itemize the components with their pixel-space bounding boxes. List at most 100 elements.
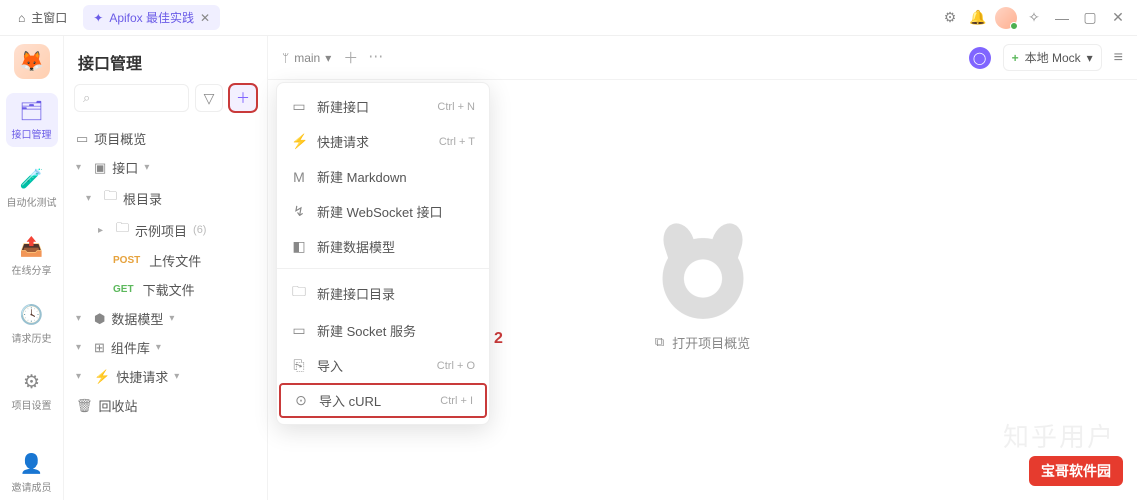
dd-new-api-dir[interactable]: 🗀 新建接口目录 (277, 273, 489, 313)
sparkle-icon: ✦ (93, 11, 103, 25)
socket-icon: ▭ (291, 322, 307, 339)
overview-icon: ▭ (76, 131, 88, 147)
dd-label: 新建数据模型 (317, 237, 395, 256)
new-dropdown: ▭ 新建接口 Ctrl + N ⚡ 快捷请求 Ctrl + T M 新建 Mar… (276, 82, 490, 425)
iconbar-label: 邀请成员 (12, 479, 52, 494)
bell-icon[interactable]: 🔔 (967, 7, 989, 29)
iconbar-api[interactable]: 🗂 接口管理 (6, 93, 58, 147)
clock-icon: 🕓 (20, 303, 44, 327)
dd-new-api[interactable]: ▭ 新建接口 Ctrl + N (277, 89, 489, 124)
dd-label: 新建接口 (317, 97, 369, 116)
iconbar-test[interactable]: 🧪 自动化测试 (6, 161, 58, 215)
tree-recycle[interactable]: 🗑 回收站 (64, 391, 267, 420)
dropdown-separator (277, 268, 489, 269)
markdown-icon: M (291, 169, 307, 185)
tree-label: 下载文件 (143, 280, 195, 299)
iconbar-invite[interactable]: 👤 邀请成员 (6, 446, 58, 500)
dd-shortcut: Ctrl + O (437, 360, 475, 372)
tree-upload[interactable]: POST 上传文件 (64, 246, 267, 275)
cube-icon: ⬢ (94, 311, 105, 327)
dd-label: 导入 cURL (319, 391, 381, 410)
puzzle-icon: ⊞ (94, 340, 105, 356)
cube-icon: ◧ (291, 238, 307, 255)
method-badge: POST (110, 254, 143, 267)
settings-icon[interactable]: ⚙ (939, 7, 961, 29)
dd-label: 新建 WebSocket 接口 (317, 202, 442, 221)
external-icon: ⧉ (655, 334, 664, 350)
bolt-icon: ⚡ (291, 133, 307, 150)
dd-quick-request[interactable]: ⚡ 快捷请求 Ctrl + T (277, 124, 489, 159)
env-label: 本地 Mock (1025, 49, 1081, 66)
tab-home[interactable]: ⌂ 主窗口 (8, 5, 77, 30)
app-logo[interactable]: 🦊 (14, 44, 50, 79)
tree-data-model[interactable]: ▾ ⬢ 数据模型 ▾ (64, 304, 267, 333)
tree-label: 项目概览 (94, 129, 146, 148)
env-select[interactable]: + 本地 Mock ▾ (1003, 44, 1102, 71)
tree-quick-request[interactable]: ▾ ⚡ 快捷请求 ▾ (64, 362, 267, 391)
dd-label: 新建 Socket 服务 (317, 321, 416, 340)
tree-download[interactable]: GET 下载文件 (64, 275, 267, 304)
method-badge: GET (110, 283, 137, 296)
dd-shortcut: Ctrl + N (437, 101, 475, 113)
import-icon: ⎘ (291, 357, 307, 374)
dd-label: 快捷请求 (317, 132, 369, 151)
dd-label: 导入 (317, 356, 343, 375)
minimize-icon[interactable]: — (1051, 7, 1073, 29)
sidebar-title: 接口管理 (64, 36, 267, 84)
dd-import[interactable]: ⎘ 导入 Ctrl + O (277, 348, 489, 383)
iconbar-label: 自动化测试 (7, 194, 57, 209)
chevron-down-icon: ▾ (156, 342, 168, 353)
gear-icon: ⚙ (23, 371, 40, 394)
pin-icon[interactable]: ✧ (1023, 7, 1045, 29)
close-icon[interactable]: ✕ (200, 11, 210, 25)
tab-active[interactable]: ✦ Apifox 最佳实践 ✕ (83, 5, 220, 30)
tree-components[interactable]: ▾ ⊞ 组件库 ▾ (64, 333, 267, 362)
dd-new-socket-service[interactable]: ▭ 新建 Socket 服务 (277, 313, 489, 348)
env-badge[interactable]: ◯ (969, 47, 991, 69)
tree-overview[interactable]: ▭ 项目概览 (64, 124, 267, 153)
new-button[interactable]: ＋ (229, 84, 257, 112)
open-overview-link[interactable]: ⧉ 打开项目概览 (655, 333, 750, 352)
iconbar-share[interactable]: 📤 在线分享 (6, 229, 58, 283)
tree-label: 组件库 (111, 338, 150, 357)
dd-new-websocket[interactable]: ↯ 新建 WebSocket 接口 (277, 194, 489, 229)
dd-new-markdown[interactable]: M 新建 Markdown (277, 159, 489, 194)
chevron-down-icon: ▾ (76, 342, 88, 353)
chevron-down-icon: ▾ (76, 313, 88, 324)
branch-label: main (294, 51, 320, 65)
chevron-down-icon: ▾ (86, 193, 98, 204)
tree-label: 上传文件 (149, 251, 201, 270)
branch-icon: ᛘ (282, 51, 289, 65)
maximize-icon[interactable]: ▢ (1079, 7, 1101, 29)
open-overview-label: 打开项目概览 (672, 333, 750, 352)
tree-root-dir[interactable]: ▾ 🗀 根目录 (64, 182, 267, 214)
plus-button[interactable]: ＋ (343, 47, 358, 68)
more-button[interactable]: ⋯ (368, 47, 383, 68)
iconbar-history[interactable]: 🕓 请求历史 (6, 297, 58, 351)
websocket-icon: ↯ (291, 203, 307, 220)
api-icon: ▭ (291, 98, 307, 115)
chevron-down-icon: ▾ (1087, 51, 1093, 65)
avatar[interactable] (995, 7, 1017, 29)
titlebar: ⌂ 主窗口 ✦ Apifox 最佳实践 ✕ ⚙ 🔔 ✧ — ▢ ✕ (0, 0, 1137, 36)
menu-button[interactable]: ≡ (1114, 49, 1123, 67)
tree-label: 根目录 (123, 189, 162, 208)
fox-placeholder-icon (658, 229, 748, 319)
flask-icon: 🧪 (20, 167, 44, 191)
iconbar: 🦊 🗂 接口管理 🧪 自动化测试 📤 在线分享 🕓 请求历史 ⚙ 项目设置 👤 … (0, 36, 64, 500)
tree-label: 示例项目 (135, 221, 187, 240)
iconbar-settings[interactable]: ⚙ 项目设置 (6, 365, 58, 418)
dd-new-data-model[interactable]: ◧ 新建数据模型 (277, 229, 489, 264)
bolt-icon: ⚡ (94, 369, 110, 385)
filter-button[interactable]: ▽ (195, 84, 223, 112)
window-close-icon[interactable]: ✕ (1107, 7, 1129, 29)
branch-select[interactable]: ᛘ main ▾ (282, 51, 331, 65)
dd-import-curl[interactable]: ⊙ 导入 cURL Ctrl + I (279, 383, 487, 418)
tree-api-root[interactable]: ▾ ▣ 接口 ▾ (64, 153, 267, 182)
iconbar-label: 在线分享 (12, 262, 52, 277)
sidebar: 接口管理 ⌕ ▽ ＋ ▭ 项目概览 ▾ ▣ 接口 ▾ ▾ 🗀 根目录 (64, 36, 268, 500)
search-input[interactable]: ⌕ (74, 84, 189, 112)
tree-sample[interactable]: ▸ 🗀 示例项目 (6) (64, 214, 267, 246)
box-icon: ▣ (94, 160, 106, 176)
tab-home-label: 主窗口 (31, 9, 67, 26)
